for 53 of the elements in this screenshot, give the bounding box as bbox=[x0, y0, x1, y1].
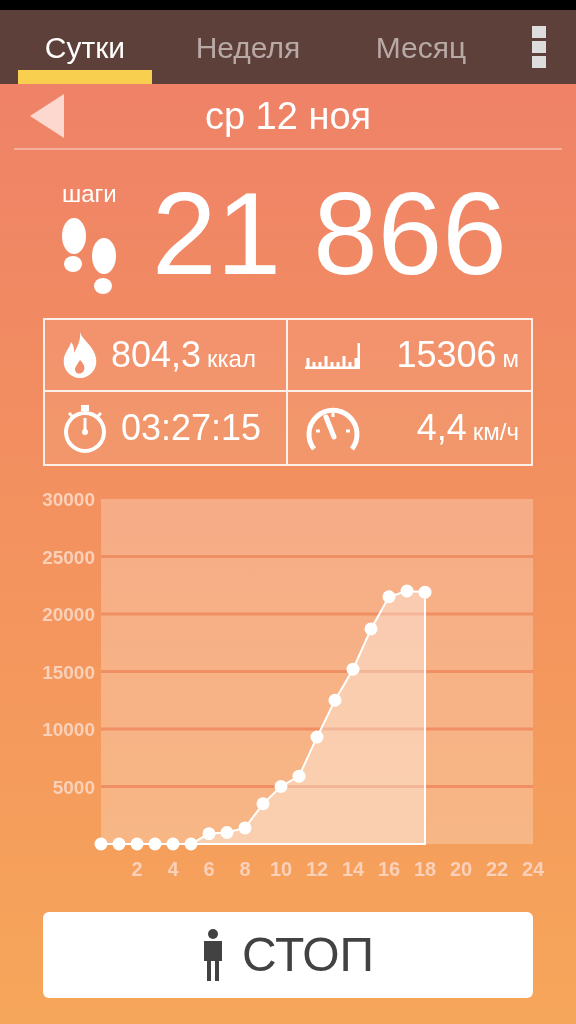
y-tick-label: 30000 bbox=[42, 492, 95, 510]
data-point bbox=[364, 622, 378, 636]
ruler-icon bbox=[304, 341, 360, 369]
x-tick-label: 10 bbox=[269, 858, 293, 880]
person-icon bbox=[201, 929, 224, 981]
data-point bbox=[400, 584, 414, 598]
data-point bbox=[346, 662, 360, 676]
data-point bbox=[382, 590, 396, 604]
step-count: 21 866 bbox=[152, 176, 507, 292]
data-point bbox=[130, 837, 144, 851]
tab[interactable]: Сутки bbox=[18, 10, 152, 84]
y-tick-label: 5000 bbox=[52, 776, 95, 798]
data-point bbox=[238, 821, 252, 835]
x-tick-label: 20 bbox=[449, 858, 473, 880]
stat-value: 03:27:15 bbox=[121, 406, 262, 450]
stat-value: 4,4 км/ч bbox=[416, 406, 519, 450]
stat-value: 15306 м bbox=[396, 333, 519, 377]
x-tick-label: 22 bbox=[485, 858, 509, 880]
data-point bbox=[94, 837, 108, 851]
x-tick-label: 8 bbox=[239, 858, 251, 880]
data-point bbox=[184, 837, 198, 851]
data-point bbox=[202, 827, 216, 841]
stat-value: 804,3 ккал bbox=[111, 333, 256, 377]
data-point bbox=[166, 837, 180, 851]
x-tick-label: 24 bbox=[521, 858, 545, 880]
x-tick-label: 14 bbox=[341, 858, 365, 880]
tab[interactable]: Неделя bbox=[164, 10, 332, 84]
steps-label: шаги bbox=[62, 179, 118, 209]
x-tick-label: 2 bbox=[131, 858, 143, 880]
x-tick-label: 6 bbox=[203, 858, 215, 880]
data-point bbox=[328, 693, 342, 707]
data-point bbox=[274, 780, 288, 793]
data-point bbox=[310, 730, 324, 744]
flame-icon bbox=[61, 330, 99, 380]
data-point bbox=[292, 769, 306, 783]
y-tick-label: 25000 bbox=[42, 546, 95, 568]
data-point bbox=[256, 797, 270, 811]
x-tick-label: 18 bbox=[413, 858, 437, 880]
x-tick-label: 16 bbox=[377, 858, 401, 880]
x-tick-label: 12 bbox=[305, 858, 329, 880]
data-point bbox=[148, 837, 162, 851]
y-tick-label: 15000 bbox=[42, 661, 95, 683]
y-tick-label: 10000 bbox=[42, 719, 95, 740]
x-tick-label: 4 bbox=[167, 858, 179, 880]
menu-icon[interactable] bbox=[532, 26, 546, 68]
y-tick-label: 20000 bbox=[42, 604, 95, 625]
data-point bbox=[418, 585, 432, 599]
stopwatch-icon bbox=[61, 403, 109, 453]
data-point bbox=[220, 826, 234, 839]
tab[interactable]: Месяц bbox=[340, 10, 502, 84]
date-label: ср 12 ноя bbox=[203, 93, 373, 139]
stop-button[interactable]: СТОП bbox=[43, 912, 533, 998]
data-point bbox=[112, 837, 126, 851]
